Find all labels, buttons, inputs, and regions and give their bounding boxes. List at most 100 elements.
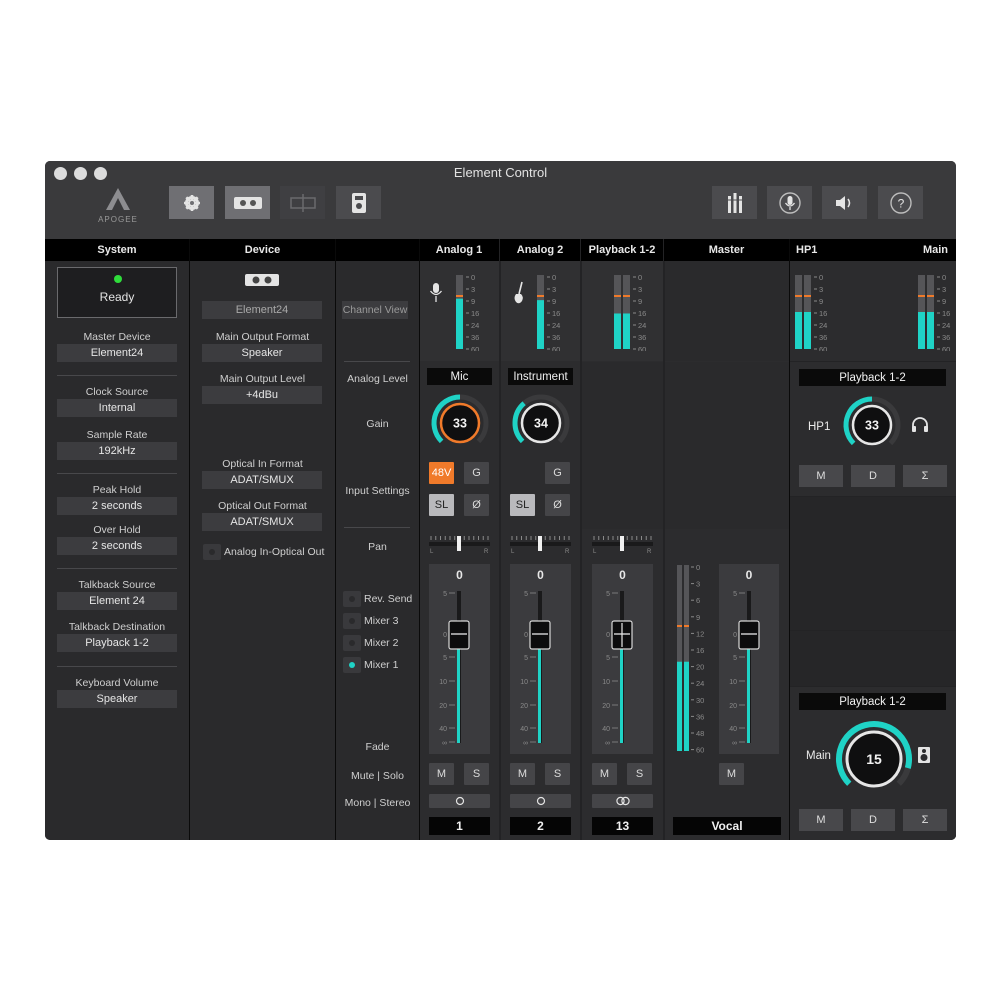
analog1-sl-button[interactable]: SL — [429, 494, 454, 516]
analog1-48v-button[interactable]: 48V — [429, 462, 454, 484]
knob-graphic: 33 — [843, 396, 901, 446]
master-device-select[interactable]: Element24 — [57, 344, 177, 362]
fader-level-fill — [747, 649, 750, 743]
device-name-field[interactable]: Element24 — [202, 301, 322, 319]
fader-tick-label: 10 — [439, 679, 447, 686]
mixer1-toggle[interactable] — [343, 657, 361, 673]
help-button[interactable]: ? — [878, 186, 923, 219]
playback-fader[interactable]: 5 0 5 10 20 40 ∞ — [592, 589, 653, 752]
talkback-destination-select[interactable]: Playback 1-2 — [57, 634, 177, 652]
peak-hold-select[interactable]: 2 seconds — [57, 497, 177, 515]
keyboard-volume-select[interactable]: Speaker — [57, 690, 177, 708]
help-icon: ? — [889, 191, 912, 214]
analog1-phase-button[interactable]: Ø — [464, 494, 489, 516]
analog1-mute-button[interactable]: M — [429, 763, 454, 785]
master-channel-name[interactable]: Vocal — [673, 817, 781, 835]
empty-area — [790, 631, 956, 686]
settings-button[interactable] — [169, 186, 214, 219]
meter-fill — [677, 661, 682, 751]
master-fader[interactable]: 5 0 5 10 20 40 ∞ — [719, 589, 780, 752]
fader-tick-label: 5 — [524, 655, 528, 662]
analog2-level-select[interactable]: Instrument — [508, 368, 573, 385]
meter-peak-marker — [918, 295, 925, 297]
main-output-format-select[interactable]: Speaker — [202, 344, 322, 362]
talkback-button[interactable] — [767, 186, 812, 219]
pan-slider-graphic: LR — [510, 536, 571, 555]
analog2-fader[interactable]: 5 0 5 10 20 40 ∞ — [510, 589, 571, 752]
main-source-select[interactable]: Playback 1-2 — [799, 693, 946, 710]
analog1-mono-stereo-button[interactable] — [429, 794, 490, 808]
speaker-monitor-icon — [918, 747, 930, 763]
analog2-sl-button[interactable]: SL — [510, 494, 535, 516]
mixer-view-button[interactable] — [280, 186, 325, 219]
window-title: Element Control — [453, 165, 548, 180]
talkback-source-select[interactable]: Element 24 — [57, 592, 177, 610]
meter-tick-label: 60 — [942, 345, 950, 351]
mixer2-toggle[interactable] — [343, 635, 361, 651]
hp1-source-select[interactable]: Playback 1-2 — [799, 369, 946, 386]
meter-tick-label: 9 — [471, 297, 475, 306]
analog2-channel-name[interactable]: 2 — [510, 817, 571, 835]
meter-peak-marker — [804, 295, 811, 297]
master-meter-graphic: 03691216202430364860 — [677, 563, 704, 755]
hp1-volume-knob[interactable]: 33 — [841, 394, 903, 459]
analog2-phase-button[interactable]: Ø — [545, 494, 570, 516]
analog2-solo-button[interactable]: S — [545, 763, 570, 785]
empty-area — [790, 497, 956, 630]
analog1-channel-name[interactable]: 1 — [429, 817, 490, 835]
sample-rate-select[interactable]: 192kHz — [57, 442, 177, 460]
rev-send-toggle[interactable] — [343, 591, 361, 607]
hp1-mute-button[interactable]: M — [799, 465, 843, 487]
analog1-pan-slider[interactable]: LR — [429, 534, 490, 557]
meters-button[interactable] — [712, 186, 757, 219]
analog2-mute-button[interactable]: M — [510, 763, 535, 785]
playback-pan-slider[interactable]: LR — [592, 534, 653, 557]
device-view-button[interactable] — [225, 186, 270, 219]
main-dim-button[interactable]: D — [851, 809, 895, 831]
fader-tick-label: 40 — [439, 726, 447, 733]
fader-cap — [448, 620, 470, 650]
meter-tick-label: 3 — [819, 285, 823, 294]
fader-tick-label: 20 — [439, 703, 447, 710]
analog1-gain-knob[interactable]: 33 — [429, 392, 491, 457]
optical-in-format-select[interactable]: ADAT/SMUX — [202, 471, 322, 489]
playback-channel-name[interactable]: 13 — [592, 817, 653, 835]
stereo-icon — [615, 796, 630, 806]
playback-mono-stereo-button[interactable] — [592, 794, 653, 808]
analog1-fader[interactable]: 5 0 5 10 20 40 ∞ — [429, 589, 490, 752]
main-mute-button[interactable]: M — [799, 809, 843, 831]
analog2-pan-slider[interactable]: LR — [510, 534, 571, 557]
mixer3-toggle[interactable] — [343, 613, 361, 629]
analog1-g-button[interactable]: G — [464, 462, 489, 484]
playback-mute-button[interactable]: M — [592, 763, 617, 785]
hp1-sum-button[interactable]: Σ — [903, 465, 947, 487]
speaker-button[interactable] — [822, 186, 867, 219]
analog2-g-button[interactable]: G — [545, 462, 570, 484]
analog1-solo-button[interactable]: S — [464, 763, 489, 785]
channel-view-button[interactable]: Channel View — [342, 301, 408, 319]
meter-fill — [614, 313, 621, 349]
pan-right-label: R — [484, 549, 489, 554]
meter-tick-label: 12 — [696, 629, 704, 638]
main-volume-knob[interactable]: 15 — [834, 719, 914, 802]
analog2-header: Analog 2 — [500, 239, 580, 261]
fader-graphic: 5 0 5 10 20 40 ∞ — [602, 591, 633, 747]
analog-in-optical-out-checkbox[interactable] — [203, 544, 221, 560]
hp1-dim-button[interactable]: D — [851, 465, 895, 487]
main-sum-button[interactable]: Σ — [903, 809, 947, 831]
meter-tick-label: 20 — [696, 663, 704, 672]
remote-button[interactable] — [336, 186, 381, 219]
level-meter-graphic: 0 3 9 16 24 36 60 — [795, 273, 827, 354]
optical-out-format-select[interactable]: ADAT/SMUX — [202, 513, 322, 531]
over-hold-select[interactable]: 2 seconds — [57, 537, 177, 555]
meter-tick-label: 16 — [942, 309, 950, 318]
meter-tick-label: 36 — [819, 333, 827, 342]
playback-solo-button[interactable]: S — [627, 763, 652, 785]
analog1-level-select[interactable]: Mic — [427, 368, 492, 385]
master-mute-button[interactable]: M — [719, 763, 744, 785]
analog2-mono-stereo-button[interactable] — [510, 794, 571, 808]
clock-source-select[interactable]: Internal — [57, 399, 177, 417]
main-output-level-select[interactable]: +4dBu — [202, 386, 322, 404]
analog2-gain-knob[interactable]: 34 — [510, 392, 572, 457]
mono-icon — [536, 796, 545, 806]
